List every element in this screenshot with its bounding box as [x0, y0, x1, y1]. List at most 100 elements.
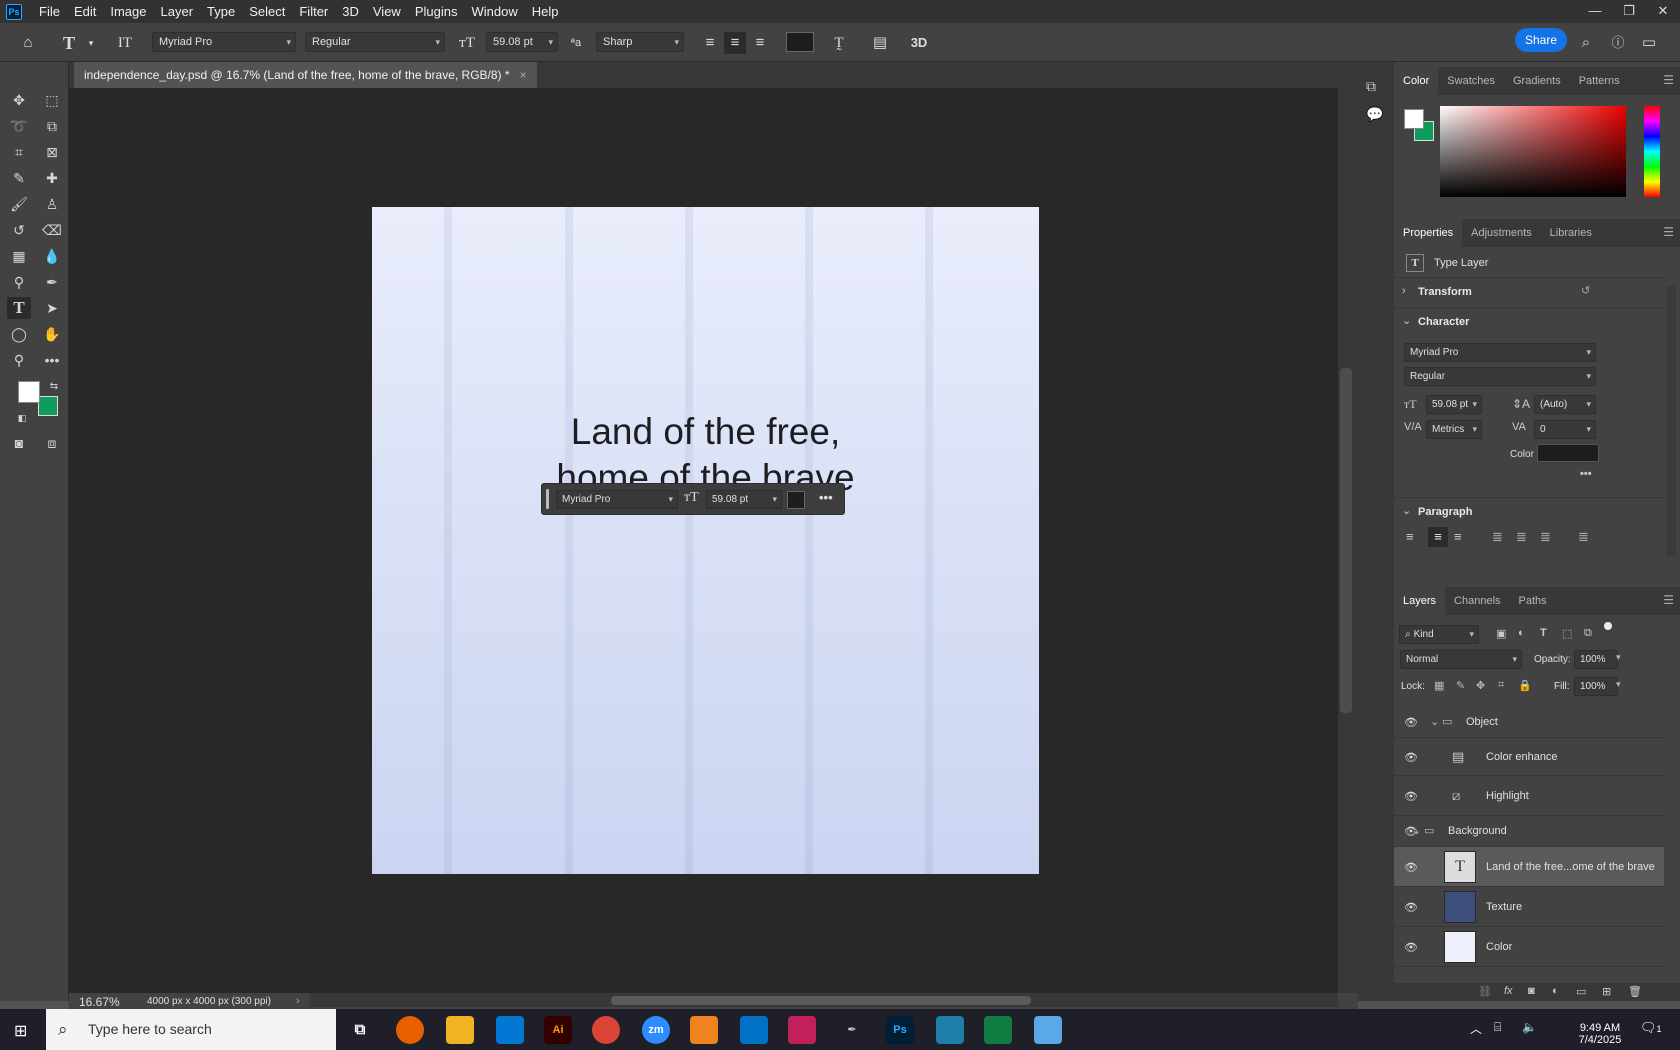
- close-tab-icon[interactable]: ×: [520, 62, 527, 88]
- lasso-tool-icon[interactable]: ➰: [7, 115, 31, 137]
- tray-volume-icon[interactable]: 🔈: [1522, 1020, 1537, 1034]
- character-panel-icon[interactable]: ▤: [869, 32, 891, 54]
- chevron-right-icon[interactable]: ›: [1402, 285, 1406, 297]
- menu-filter[interactable]: Filter: [292, 0, 335, 23]
- layer-group-object[interactable]: 👁 ⌄ ▭ Object: [1394, 707, 1664, 738]
- para-align-left-icon[interactable]: ≡: [1406, 529, 1414, 544]
- crop-tool-icon[interactable]: ⌗: [7, 141, 31, 163]
- task-view-icon[interactable]: ⧉: [346, 1016, 374, 1044]
- horizontal-scroll-thumb[interactable]: [611, 996, 1031, 1005]
- new-adjustment-icon[interactable]: ◐: [1552, 985, 1559, 997]
- menu-plugins[interactable]: Plugins: [408, 0, 465, 23]
- menu-layer[interactable]: Layer: [154, 0, 201, 23]
- chevron-down-icon[interactable]: ⌄: [1402, 314, 1411, 327]
- filter-shape-icon[interactable]: ⬚: [1562, 627, 1572, 640]
- lock-artboard-icon[interactable]: ⌗: [1498, 679, 1504, 692]
- visibility-eye-icon[interactable]: 👁: [1404, 716, 1418, 729]
- drag-handle[interactable]: [546, 489, 549, 509]
- panel-menu-icon[interactable]: ☰: [1663, 593, 1674, 607]
- type-tool-icon[interactable]: T: [7, 297, 31, 319]
- chevron-down-icon[interactable]: ▾: [1616, 679, 1621, 690]
- history-panel-icon[interactable]: ⧉: [1366, 78, 1376, 95]
- visibility-eye-icon[interactable]: 👁: [1404, 941, 1418, 954]
- paragraph-section[interactable]: Paragraph: [1418, 506, 1472, 518]
- visibility-eye-icon[interactable]: 👁: [1404, 861, 1418, 874]
- filter-toggle[interactable]: [1604, 622, 1612, 630]
- chevron-down-icon[interactable]: ⌄: [1402, 504, 1411, 517]
- foreground-color-swatch[interactable]: [18, 381, 40, 403]
- comments-panel-icon[interactable]: 💬: [1366, 106, 1383, 123]
- layer-color-enhance[interactable]: 👁 ▤ Color enhance: [1394, 738, 1664, 776]
- panel-menu-icon[interactable]: ☰: [1663, 225, 1674, 239]
- layer-group-background[interactable]: 👁 ⌄ ▭ Background: [1394, 816, 1664, 847]
- filter-smart-icon[interactable]: ⧉: [1584, 627, 1592, 640]
- menu-help[interactable]: Help: [525, 0, 566, 23]
- justify-center-icon[interactable]: ≣: [1516, 529, 1527, 545]
- visibility-eye-icon[interactable]: 👁: [1404, 901, 1418, 914]
- menu-edit[interactable]: Edit: [67, 0, 103, 23]
- props-kerning-dropdown[interactable]: Metrics ▾: [1426, 420, 1482, 439]
- add-mask-icon[interactable]: ◙: [1528, 985, 1535, 997]
- lock-pixels-icon[interactable]: ✎: [1456, 679, 1465, 692]
- justify-right-icon[interactable]: ≣: [1540, 529, 1551, 545]
- floating-size-dropdown[interactable]: 59.08 pt ▾: [706, 490, 782, 509]
- font-family-dropdown[interactable]: Myriad Pro ▾: [152, 32, 296, 52]
- outlook-icon[interactable]: [740, 1016, 768, 1044]
- healing-brush-tool-icon[interactable]: ✚: [40, 167, 64, 189]
- eyedropper-tool-icon[interactable]: ✎: [7, 167, 31, 189]
- cube-app-icon[interactable]: [936, 1016, 964, 1044]
- filter-type-icon[interactable]: T: [1540, 627, 1547, 639]
- excel-icon[interactable]: [984, 1016, 1012, 1044]
- tab-color[interactable]: Color: [1394, 67, 1439, 95]
- restore-icon[interactable]: ❐: [1612, 0, 1646, 23]
- anti-alias-dropdown[interactable]: Sharp ▾: [596, 32, 684, 52]
- panel-menu-icon[interactable]: ☰: [1663, 73, 1674, 87]
- notification-icon[interactable]: 🗨1: [1640, 1020, 1662, 1036]
- gradient-tool-icon[interactable]: ▦: [7, 245, 31, 267]
- font-style-dropdown[interactable]: Regular ▾: [305, 32, 445, 52]
- tab-layers[interactable]: Layers: [1394, 587, 1446, 615]
- search-icon[interactable]: ⌕: [1575, 32, 1597, 54]
- floating-font-dropdown[interactable]: Myriad Pro ▾: [556, 490, 678, 509]
- tab-patterns[interactable]: Patterns: [1570, 67, 1629, 95]
- filter-adjust-icon[interactable]: ◐: [1518, 627, 1525, 639]
- more-options-icon[interactable]: •••: [1580, 468, 1592, 480]
- delete-layer-icon[interactable]: 🗑: [1628, 985, 1642, 998]
- quick-mask-icon[interactable]: ◙: [7, 432, 31, 454]
- clone-stamp-tool-icon[interactable]: ♙: [40, 193, 64, 215]
- text-color-swatch[interactable]: [786, 32, 814, 52]
- help-icon[interactable]: ⓘ: [1607, 32, 1629, 54]
- tab-channels[interactable]: Channels: [1445, 587, 1509, 615]
- zoom-tool-icon[interactable]: ⚲: [7, 349, 31, 371]
- floating-color-swatch[interactable]: [787, 491, 805, 509]
- font-size-dropdown[interactable]: 59.08 pt ▾: [486, 32, 558, 52]
- visibility-eye-icon[interactable]: 👁: [1404, 790, 1418, 803]
- warp-text-icon[interactable]: T̰: [828, 32, 850, 54]
- vscode-icon[interactable]: [496, 1016, 524, 1044]
- filter-pixel-icon[interactable]: ▣: [1496, 627, 1506, 640]
- props-font-family-dropdown[interactable]: Myriad Pro ▾: [1404, 343, 1596, 362]
- props-size-dropdown[interactable]: 59.08 pt ▾: [1426, 395, 1482, 414]
- brush-tool-icon[interactable]: 🖌: [7, 193, 31, 215]
- visibility-eye-icon[interactable]: 👁: [1404, 751, 1418, 764]
- document-tab[interactable]: independence_day.psd @ 16.7% (Land of th…: [74, 62, 537, 88]
- menu-3d[interactable]: 3D: [335, 0, 366, 23]
- menu-select[interactable]: Select: [242, 0, 292, 23]
- move-tool-icon[interactable]: ✥: [7, 89, 31, 111]
- hue-slider[interactable]: [1644, 106, 1660, 197]
- menu-image[interactable]: Image: [103, 0, 153, 23]
- chevron-down-icon[interactable]: ▾: [1616, 652, 1621, 663]
- layer-texture[interactable]: 👁 Texture: [1394, 887, 1664, 927]
- justify-all-icon[interactable]: ≣: [1578, 529, 1589, 545]
- text-orientation-icon[interactable]: IT: [114, 32, 136, 54]
- tab-properties[interactable]: Properties: [1394, 219, 1463, 247]
- lock-transparent-icon[interactable]: ▦: [1434, 679, 1444, 692]
- home-icon[interactable]: ⌂: [17, 32, 39, 54]
- windows-start-icon[interactable]: ⊞: [14, 1021, 27, 1041]
- tab-gradients[interactable]: Gradients: [1504, 67, 1570, 95]
- illustrator-icon[interactable]: Ai: [544, 1016, 572, 1044]
- chevron-down-icon[interactable]: ▾: [80, 32, 102, 54]
- fx-icon[interactable]: fx: [1504, 985, 1513, 997]
- props-color-swatch[interactable]: [1537, 444, 1599, 462]
- pen-app-icon[interactable]: ✒: [838, 1016, 866, 1044]
